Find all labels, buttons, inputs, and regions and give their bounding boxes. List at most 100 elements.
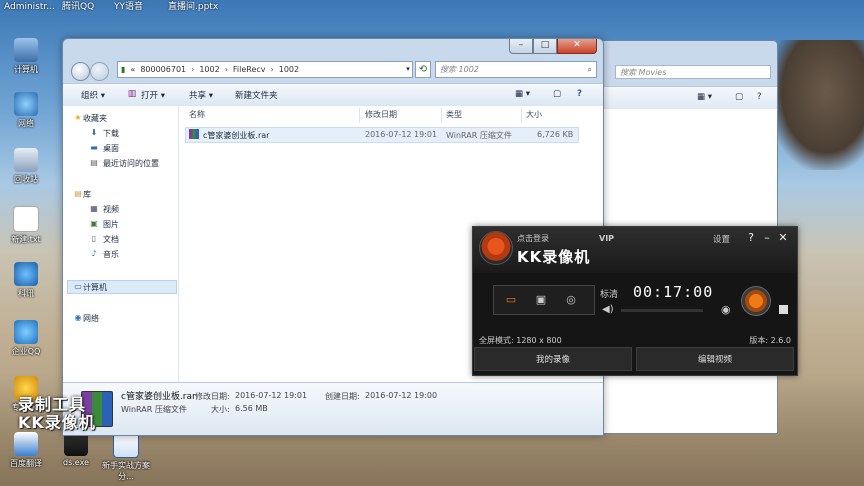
game-mode-icon[interactable]: ◎ [560, 292, 582, 307]
top-label-yy[interactable]: YY语音 [114, 0, 143, 14]
desktop-icon: ▬ [90, 143, 98, 152]
my-recordings-button[interactable]: 我的录像 [474, 347, 632, 371]
navigation-pane: ★ 收藏夹 ⬇ 下载 ▬ 桌面 ▤ 最近访问的位置 ▤ 库 ▦ 视频 ▣ 图片 … [63, 106, 179, 383]
top-label-qq[interactable]: 腾讯QQ [62, 0, 94, 14]
nav-favorites[interactable]: 收藏夹 [83, 113, 107, 124]
close-icon[interactable]: ✕ [777, 231, 789, 244]
nav-videos[interactable]: 视频 [103, 204, 119, 215]
nav-pictures[interactable]: 图片 [103, 219, 119, 230]
volume-icon[interactable]: ◀) [602, 304, 614, 315]
open-button[interactable]: 打开 ▾ [141, 89, 165, 101]
details-modified-label: 修改日期: [195, 392, 230, 401]
nav-desktop[interactable]: 桌面 [103, 143, 119, 154]
watermark: 录制工具 KK录像机 [18, 395, 96, 432]
desktop-icon-network[interactable]: 网络 [0, 92, 52, 129]
kk-volume-slider[interactable] [621, 309, 703, 312]
organize-button[interactable]: 组织 ▾ [81, 89, 105, 101]
breadcrumb-separator[interactable]: › [191, 65, 194, 74]
top-label-administrator[interactable]: Administr... [4, 0, 55, 14]
kk-quality-select[interactable]: 标清 [600, 287, 618, 300]
nav-libraries[interactable]: 库 [83, 189, 91, 200]
column-modified[interactable]: 修改日期 [365, 109, 397, 120]
kk-mode-info: 全屏模式: 1280 x 800 [479, 336, 562, 345]
kk-record-button[interactable] [741, 286, 771, 316]
desktop-icon-ds[interactable]: ds.exe [50, 432, 102, 467]
kk-recorder-window[interactable]: 点击登录 VIP KK录像机 设置 ? – ✕ ▭ ▣ ◎ 标清 ◀) 00:1… [472, 226, 798, 376]
breadcrumb-separator[interactable]: › [271, 65, 274, 74]
view-options-icon[interactable]: ▦ ▾ [697, 92, 712, 102]
kk-settings-button[interactable]: 设置 [713, 233, 730, 245]
fullscreen-mode-icon[interactable]: ▭ [500, 292, 522, 307]
nav-computer[interactable]: 计算机 [83, 282, 107, 293]
search-input-back[interactable]: 搜索 Movies [615, 65, 771, 79]
top-label-pptx[interactable]: 直播间.pptx [168, 0, 218, 14]
caption-buttons: – □ ✕ [509, 39, 597, 55]
search-input[interactable]: 搜索 1002 ⌕ [435, 61, 597, 78]
kk-header: 点击登录 VIP KK录像机 设置 ? – ✕ [473, 227, 797, 273]
details-size-label: 大小: [211, 405, 230, 414]
app-icon [14, 262, 38, 286]
column-divider[interactable] [359, 108, 360, 123]
video-icon: ▦ [90, 204, 98, 213]
help-icon[interactable]: ? [745, 231, 757, 244]
column-divider[interactable] [441, 108, 442, 123]
kk-timer: 00:17:00 [633, 283, 714, 301]
text-file-icon [13, 206, 39, 232]
back-button[interactable] [71, 62, 90, 81]
breadcrumb-separator[interactable]: › [225, 65, 228, 74]
desktop-icon-computer[interactable]: 计算机 [0, 38, 52, 75]
desktop-icon-recycle-bin[interactable]: 回收站 [0, 148, 52, 185]
refresh-icon[interactable]: ⟲ [415, 61, 431, 78]
desktop-icon-kexun[interactable]: 科讯 [0, 262, 52, 299]
desktop-icon-doc[interactable]: 新手实战方案分... [100, 432, 152, 482]
preview-pane-icon[interactable]: ▢ [553, 89, 561, 99]
help-icon[interactable]: ? [757, 92, 762, 102]
nav-network[interactable]: 网络 [83, 313, 99, 324]
desktop-icon-enterprise-qq[interactable]: 企业QQ [0, 320, 52, 357]
details-created-label: 创建日期: [325, 392, 360, 401]
minimize-button[interactable]: – [509, 39, 533, 54]
minimize-icon[interactable]: – [761, 231, 773, 244]
file-size: 6,726 KB [537, 130, 574, 139]
folder-icon: ▮ [121, 65, 126, 74]
address-overflow[interactable]: « [130, 65, 135, 74]
kk-vip-badge[interactable]: VIP [599, 234, 614, 243]
column-name[interactable]: 名称 [189, 109, 205, 120]
picture-icon: ▣ [90, 219, 98, 228]
column-size[interactable]: 大小 [526, 109, 542, 120]
kk-logo-icon [479, 231, 513, 265]
column-type[interactable]: 类型 [446, 109, 462, 120]
file-name[interactable]: c管家婆创业板.rar [203, 130, 269, 141]
file-type: WinRAR 压缩文件 [446, 131, 512, 140]
address-dropdown-icon[interactable]: ▾ [403, 62, 413, 77]
help-icon[interactable]: ? [577, 89, 582, 99]
desktop-icon-txt[interactable]: 新建.txt [0, 206, 52, 245]
nav-documents[interactable]: 文档 [103, 234, 119, 245]
file-modified: 2016-07-12 19:01 [365, 130, 438, 139]
breadcrumb-1002-current[interactable]: 1002 [279, 65, 299, 74]
nav-music[interactable]: 音乐 [103, 249, 119, 260]
region-mode-icon[interactable]: ▣ [530, 292, 552, 307]
kk-app-name: KK录像机 [517, 248, 591, 266]
address-bar[interactable]: ▮ « 800006701 › 1002 › FileRecv › 1002 [117, 61, 413, 78]
breadcrumb-1002[interactable]: 1002 [199, 65, 219, 74]
new-folder-button[interactable]: 新建文件夹 [235, 89, 278, 101]
camera-icon[interactable]: ◉ [721, 303, 731, 316]
preview-pane-icon[interactable]: ▢ [735, 92, 743, 102]
kk-login-link[interactable]: 点击登录 [517, 233, 549, 244]
view-options-icon[interactable]: ▦ ▾ [515, 89, 530, 99]
toolbar-back: ▦ ▾ ▢ ? [597, 86, 777, 110]
breadcrumb-800006701[interactable]: 800006701 [140, 65, 186, 74]
column-divider[interactable] [521, 108, 522, 123]
recycle-bin-icon [14, 148, 38, 172]
nav-recent[interactable]: 最近访问的位置 [103, 158, 159, 169]
forward-button[interactable] [90, 62, 109, 81]
maximize-button[interactable]: □ [533, 39, 557, 54]
edit-video-button[interactable]: 编辑视频 [636, 347, 794, 371]
share-button[interactable]: 共享 ▾ [189, 89, 213, 101]
kk-stop-button[interactable] [779, 305, 788, 314]
nav-downloads[interactable]: 下载 [103, 128, 119, 139]
breadcrumb-filerecv[interactable]: FileRecv [233, 65, 266, 74]
close-button[interactable]: ✕ [557, 39, 597, 54]
desktop-icon-baidu-translate[interactable]: 百度翻译 [0, 432, 52, 469]
